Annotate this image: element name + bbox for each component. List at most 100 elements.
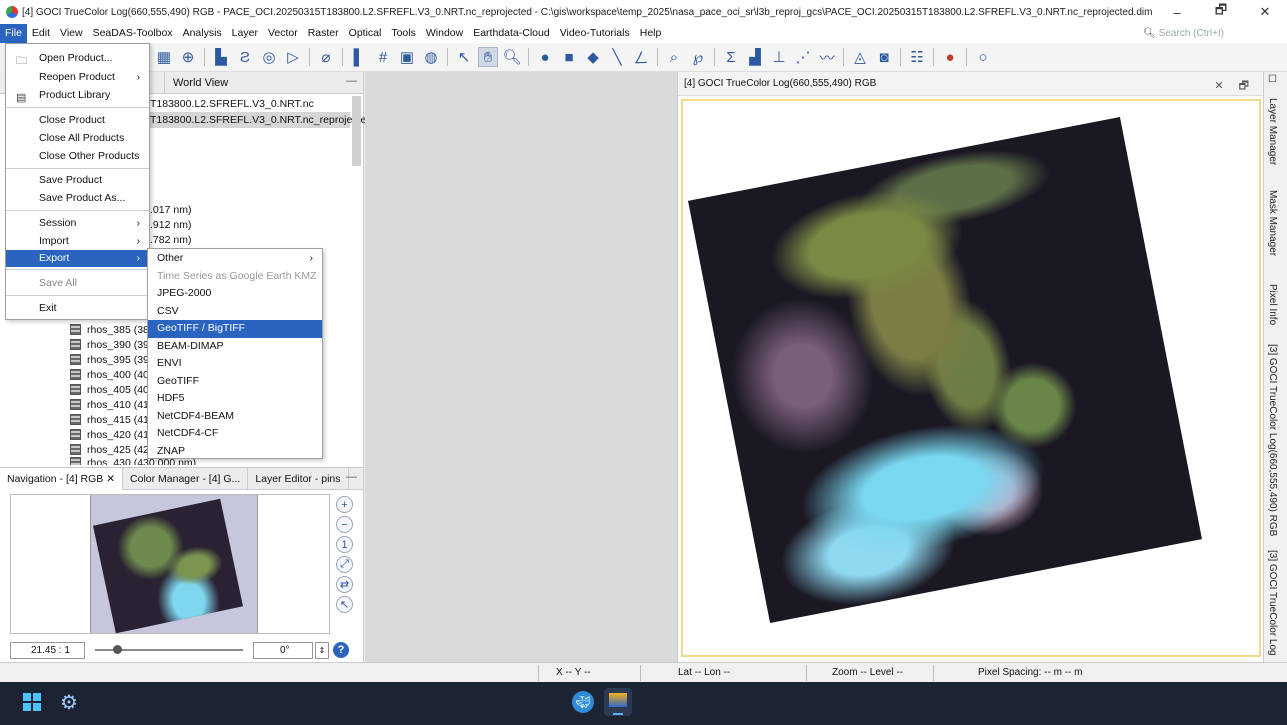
menu-item-product-library[interactable]: ▤ Product Library xyxy=(6,87,149,104)
menu-window[interactable]: Window xyxy=(421,24,468,43)
no-data-icon[interactable]: ⌀ xyxy=(316,47,336,67)
zoom-all-icon[interactable]: ⤢ xyxy=(336,556,353,573)
menu-item-export-netcdf4-beam[interactable]: NetCDF4-BEAM xyxy=(148,408,322,426)
menu-analysis[interactable]: Analysis xyxy=(178,24,227,43)
menu-item-export-geotiff[interactable]: GeoTIFF xyxy=(148,373,322,391)
menu-item-import[interactable]: Import › xyxy=(6,233,149,250)
sidebar-item-pixel-info[interactable]: Pixel Info xyxy=(1267,284,1278,325)
menu-view[interactable]: View xyxy=(55,24,88,43)
world-view-icon[interactable]: ⊕ xyxy=(178,47,198,67)
menu-seadas-toolbox[interactable]: SeaDAS-Toolbox xyxy=(88,24,178,43)
sync-views-icon[interactable]: ⇄ xyxy=(336,576,353,593)
overlay-icon[interactable]: ▣ xyxy=(397,47,417,67)
band-item[interactable]: rhos_420 (41 xyxy=(70,427,149,442)
statistics-icon[interactable]: Σ xyxy=(721,47,741,67)
navigation-viewport[interactable] xyxy=(90,495,258,634)
image-view-icon[interactable]: ▙ xyxy=(211,47,231,67)
image-view-tab-controls[interactable]: ✕ 🗗 xyxy=(1214,77,1255,96)
globe-icon[interactable]: ◍ xyxy=(421,47,441,67)
menu-item-export[interactable]: Export › xyxy=(6,250,149,267)
menu-item-save-all[interactable]: Save All xyxy=(6,275,149,292)
spectrum-view-icon[interactable]: 〰 xyxy=(817,47,837,67)
menu-item-open-product[interactable]: 🗀 Open Product... xyxy=(6,50,149,67)
zoom-tool-icon[interactable]: 🔍︎ xyxy=(502,47,522,67)
minimize-panel-icon[interactable]: — xyxy=(346,471,357,483)
mask-manager-icon[interactable]: ☷ xyxy=(907,47,927,67)
menu-item-export-netcdf4-cf[interactable]: NetCDF4-CF xyxy=(148,425,322,443)
menu-raster[interactable]: Raster xyxy=(303,24,344,43)
zoom-slider-thumb[interactable] xyxy=(113,645,123,654)
polyline-tool-icon[interactable]: ㄥ xyxy=(631,47,651,67)
seadas-app-icon[interactable] xyxy=(604,688,632,716)
histogram-icon[interactable]: ▟ xyxy=(745,47,765,67)
menu-item-session[interactable]: Session › xyxy=(6,215,149,232)
menu-item-save-product-as[interactable]: Save Product As... xyxy=(6,190,149,207)
band-item[interactable]: rhos_390 (39 xyxy=(70,337,149,352)
menu-item-export-geotiff-bigtiff[interactable]: GeoTIFF / BigTIFF xyxy=(148,320,322,338)
menu-help[interactable]: Help xyxy=(635,24,667,43)
menu-item-close-product[interactable]: Close Product xyxy=(6,112,149,129)
circle-icon[interactable]: ○ xyxy=(973,47,993,67)
maximize-button[interactable]: 🗗 xyxy=(1199,0,1243,24)
rotation-field[interactable]: 0° xyxy=(253,641,313,659)
search-input[interactable]: 🔍︎ Search (Ctrl+I) xyxy=(1143,26,1273,41)
tab-color-manager[interactable]: Color Manager - [4] G... xyxy=(123,467,249,490)
polygon-tool-icon[interactable]: ◆ xyxy=(583,47,603,67)
maximize-icon[interactable]: ☐ xyxy=(1267,74,1278,85)
spectrum-icon[interactable]: ◎ xyxy=(259,47,279,67)
band-maths-icon[interactable]: Ƨ xyxy=(235,47,255,67)
zoom-slider[interactable] xyxy=(95,645,243,654)
range-finder-icon[interactable]: ⌕ xyxy=(664,47,684,67)
magic-wand-icon[interactable]: ℘ xyxy=(688,47,708,67)
sidebar-item-mask-manager[interactable]: Mask Manager xyxy=(1267,190,1278,256)
product-item[interactable]: T183800.L2.SFREFL.V3_0.NRT.nc xyxy=(150,96,314,112)
minimize-panel-icon[interactable]: — xyxy=(346,75,357,87)
band-item[interactable]: rhos_405 (40 xyxy=(70,382,149,397)
menu-item-export-kmz[interactable]: Time Series as Google Earth KMZ xyxy=(148,268,322,286)
band-item[interactable]: rhos_385 (385 xyxy=(70,322,155,337)
color-manipulation-icon[interactable]: ● xyxy=(940,47,960,67)
menu-item-reopen-product[interactable]: Reopen Product › xyxy=(6,69,149,86)
rotation-spinner[interactable]: ⇕ xyxy=(315,641,329,659)
help-button[interactable]: ? xyxy=(333,642,349,658)
menu-item-export-envi[interactable]: ENVI xyxy=(148,355,322,373)
zoom-out-icon[interactable]: − xyxy=(336,516,353,533)
image-view-tab[interactable]: [4] GOCI TrueColor Log(660,555,490) RGB … xyxy=(678,72,1263,96)
zoom-pixel-icon[interactable]: 1 xyxy=(336,536,353,553)
navigation-overview[interactable] xyxy=(10,494,330,634)
menu-tools[interactable]: Tools xyxy=(386,24,421,43)
menu-optical[interactable]: Optical xyxy=(344,24,387,43)
pin-tool-icon[interactable]: ● xyxy=(535,47,555,67)
menu-layer[interactable]: Layer xyxy=(227,24,263,43)
menu-item-export-hdf5[interactable]: HDF5 xyxy=(148,390,322,408)
menu-item-exit[interactable]: Exit xyxy=(6,300,149,317)
information-icon[interactable]: ◬ xyxy=(850,47,870,67)
menu-item-close-other-products[interactable]: Close Other Products xyxy=(6,148,149,165)
pan-tool-icon[interactable]: ✋︎ xyxy=(478,47,498,67)
band-item[interactable]: rhos_395 (39 xyxy=(70,352,149,367)
minimize-button[interactable]: – xyxy=(1155,0,1199,24)
menu-item-save-product[interactable]: Save Product xyxy=(6,172,149,189)
sidebar-item-rgb-view-2[interactable]: [3] GOCI TrueColor Log xyxy=(1267,550,1278,656)
rectangle-tool-icon[interactable]: ■ xyxy=(559,47,579,67)
windows-start-icon[interactable] xyxy=(23,693,41,711)
graticule-icon[interactable]: # xyxy=(373,47,393,67)
menu-item-export-znap[interactable]: ZNAP xyxy=(148,443,322,461)
band-item[interactable]: rhos_410 (41 xyxy=(70,397,149,412)
select-tool-icon[interactable]: ↖ xyxy=(454,47,474,67)
scatter-plot-icon[interactable]: ⋰ xyxy=(793,47,813,67)
close-window-button[interactable]: ✕ xyxy=(1243,0,1287,24)
product-item-selected[interactable]: T183800.L2.SFREFL.V3_0.NRT.nc_reprojecte… xyxy=(150,112,372,128)
band-item[interactable]: rhos_415 (41 xyxy=(70,412,149,427)
docker-app-icon[interactable]: 🐳︎ xyxy=(572,691,594,713)
geocoding-icon[interactable]: ◙ xyxy=(874,47,894,67)
session-icon[interactable]: ▦ xyxy=(154,47,174,67)
tab-layer-editor[interactable]: Layer Editor - pins xyxy=(248,467,349,490)
menu-earthdata-cloud[interactable]: Earthdata-Cloud xyxy=(468,24,554,43)
menu-video-tutorials[interactable]: Video-Tutorials xyxy=(555,24,635,43)
profile-plot-icon[interactable]: ⊥ xyxy=(769,47,789,67)
menu-edit[interactable]: Edit xyxy=(27,24,55,43)
zoom-factor-field[interactable]: 21.45 : 1 xyxy=(10,641,85,659)
menu-item-export-jpeg2000[interactable]: JPEG-2000 xyxy=(148,285,322,303)
menu-item-close-all-products[interactable]: Close All Products xyxy=(6,130,149,147)
